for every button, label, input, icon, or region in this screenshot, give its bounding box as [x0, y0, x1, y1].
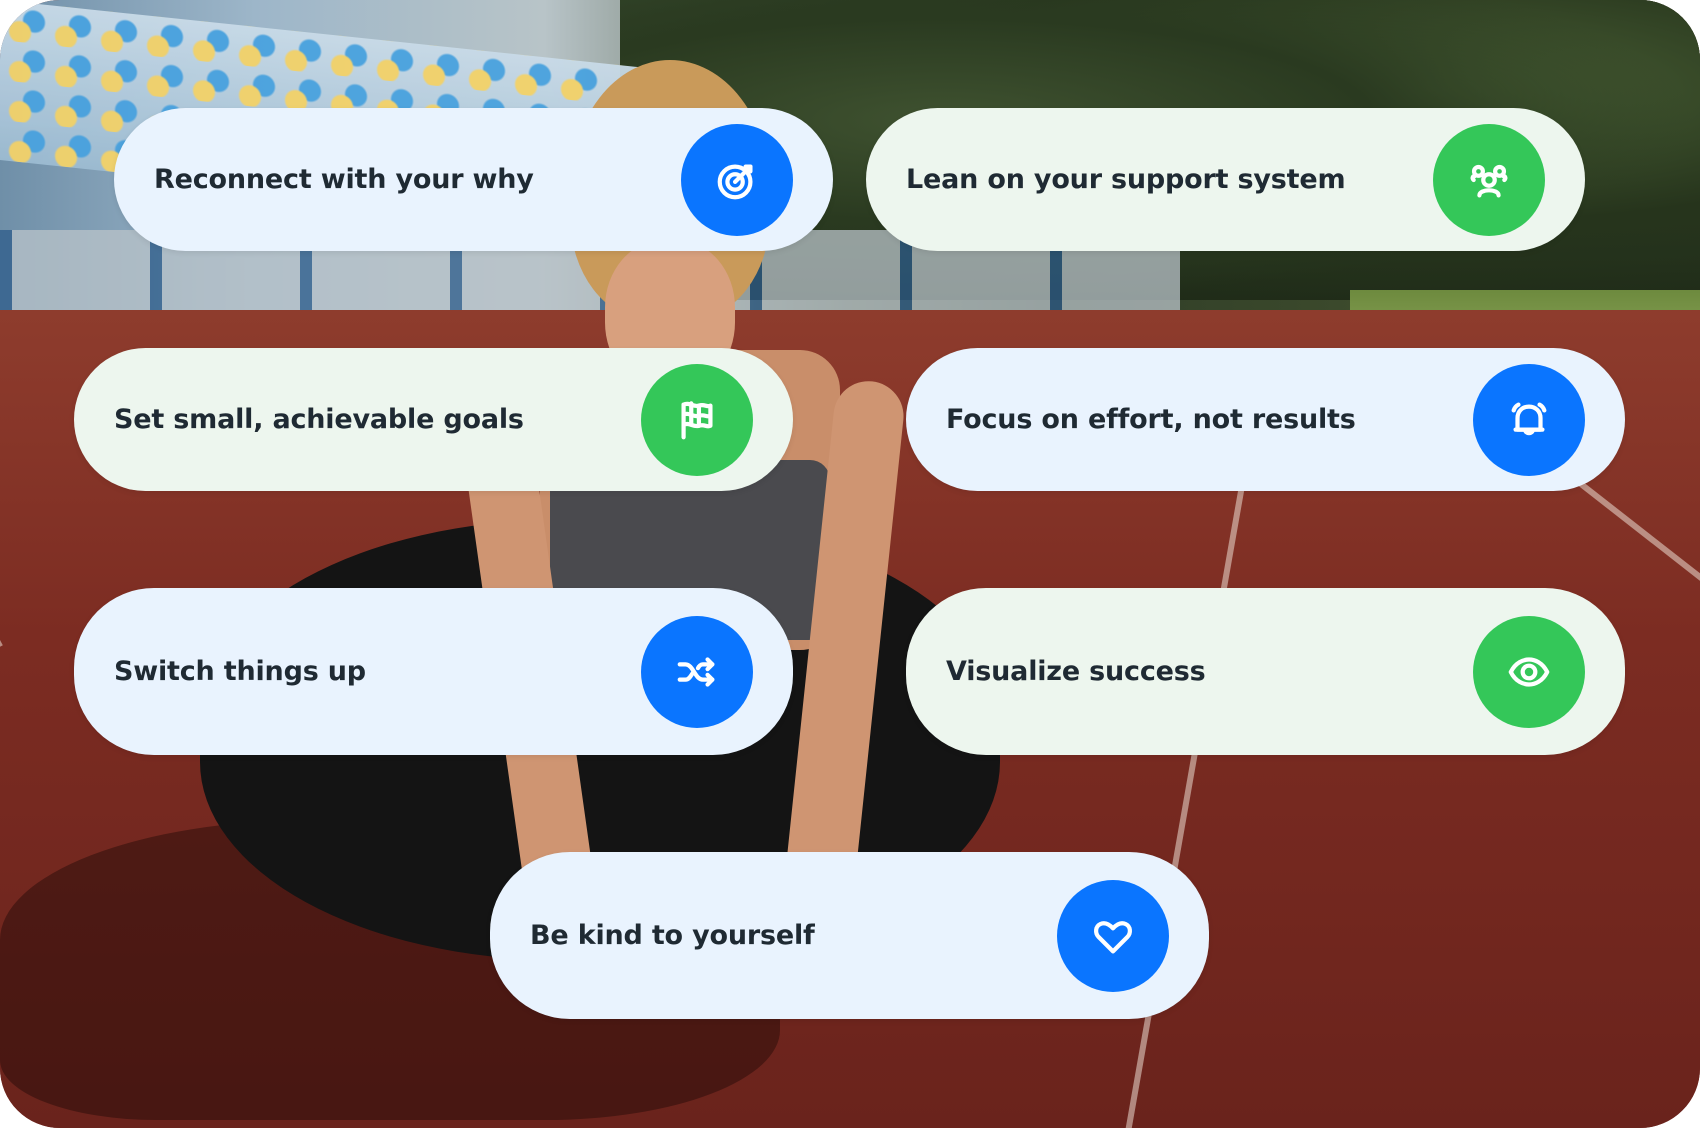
alarm-bell-icon — [1473, 363, 1585, 476]
tip-label: Visualize success — [946, 656, 1206, 687]
users-group-icon — [1433, 123, 1545, 236]
tip-label: Set small, achievable goals — [114, 404, 524, 435]
shuffle-icon — [641, 615, 753, 728]
tip-card-visualize[interactable]: Visualize success — [906, 588, 1625, 755]
tip-card-reconnect[interactable]: Reconnect with your why — [114, 108, 833, 251]
tip-card-switch-things-up[interactable]: Switch things up — [74, 588, 793, 755]
tip-label: Switch things up — [114, 656, 366, 687]
target-icon — [681, 123, 793, 236]
tip-label: Lean on your support system — [906, 164, 1346, 195]
tip-card-support-system[interactable]: Lean on your support system — [866, 108, 1585, 251]
tip-card-small-goals[interactable]: Set small, achievable goals — [74, 348, 793, 491]
checkered-flag-icon — [641, 363, 753, 476]
tip-card-effort[interactable]: Focus on effort, not results — [906, 348, 1625, 491]
tip-label: Focus on effort, not results — [946, 404, 1356, 435]
tip-card-be-kind[interactable]: Be kind to yourself — [490, 852, 1209, 1019]
tip-label: Be kind to yourself — [530, 920, 815, 951]
eye-icon — [1473, 615, 1585, 728]
heart-icon — [1057, 879, 1169, 992]
tip-label: Reconnect with your why — [154, 164, 534, 195]
